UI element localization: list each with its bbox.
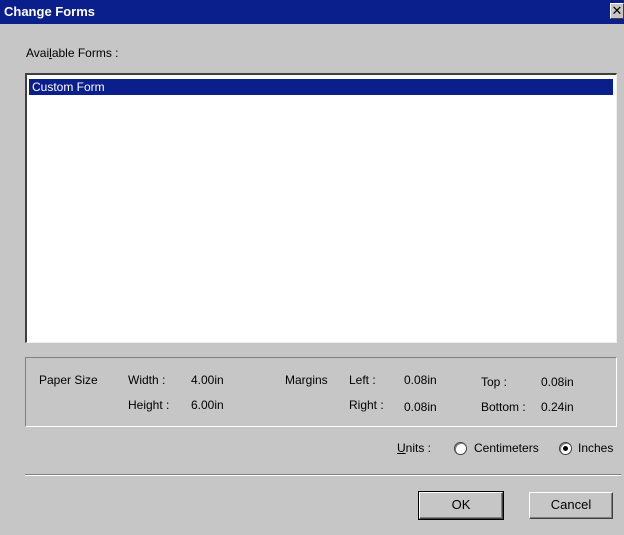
inches-radio[interactable] (559, 442, 572, 455)
ok-button[interactable]: OK (418, 491, 504, 520)
dialog-title: Change Forms (4, 4, 96, 19)
available-forms-label: Available Forms : (26, 46, 119, 60)
margin-right-value: 0.08in (404, 400, 437, 414)
title-bar: Change Forms ✕ (0, 0, 624, 24)
margin-bottom-label: Bottom : (481, 400, 526, 414)
margin-right-label: Right : (349, 398, 384, 412)
height-value: 6.00in (191, 398, 224, 412)
form-details-group (25, 357, 617, 427)
centimeters-radio-label[interactable]: Centimeters (474, 440, 539, 456)
close-icon: ✕ (611, 3, 623, 18)
list-item-custom-form[interactable]: Custom Form (29, 79, 613, 95)
paper-size-label: Paper Size (39, 373, 98, 387)
margin-left-label: Left : (349, 373, 376, 387)
width-value: 4.00in (191, 373, 224, 387)
change-forms-dialog: Change Forms ✕ Available Forms : Custom … (0, 0, 624, 535)
margin-top-value: 0.08in (541, 375, 574, 389)
margin-bottom-value: 0.24in (541, 400, 574, 414)
centimeters-radio[interactable] (454, 442, 467, 455)
margin-left-value: 0.08in (404, 373, 437, 387)
cancel-button[interactable]: Cancel (529, 492, 613, 519)
dialog-separator (25, 474, 621, 476)
height-label: Height : (128, 398, 170, 412)
margins-label: Margins (285, 373, 328, 387)
available-forms-list[interactable]: Custom Form (25, 73, 617, 343)
close-button[interactable]: ✕ (610, 3, 624, 19)
width-label: Width : (128, 373, 166, 387)
margin-top-label: Top : (481, 375, 508, 389)
radio-selected-dot (563, 446, 568, 451)
units-label: Units : (397, 441, 432, 455)
inches-radio-label[interactable]: Inches (578, 440, 613, 456)
